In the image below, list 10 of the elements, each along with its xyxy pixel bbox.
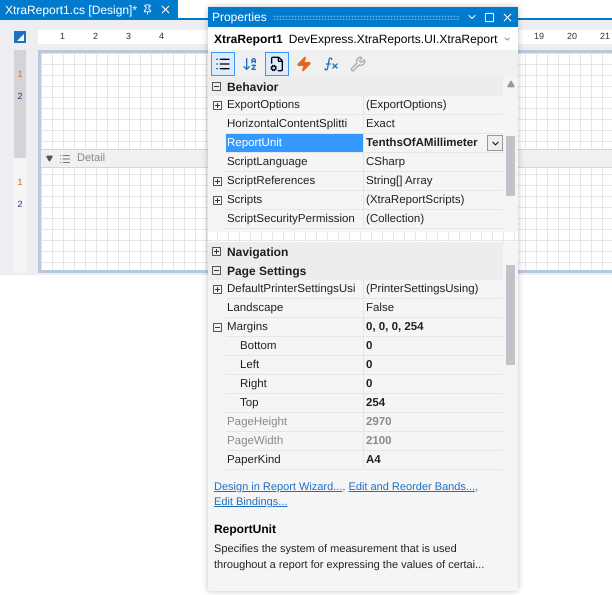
link-separator: ,	[342, 481, 346, 493]
category-header: Navigation	[227, 244, 288, 260]
link-separator: ,	[475, 481, 478, 493]
window-title: Properties	[212, 9, 267, 26]
category-header: Page Settings	[227, 262, 306, 280]
description-text: Specifies the system of measurement that is used throughout a report for expressing the values of certai...	[214, 542, 486, 573]
category-header: Behavior	[227, 78, 278, 96]
vertical-ruler: 1 2	[14, 158, 26, 273]
description-title: ReportUnit	[214, 521, 277, 538]
vertical-ruler: 1 2	[14, 50, 26, 158]
